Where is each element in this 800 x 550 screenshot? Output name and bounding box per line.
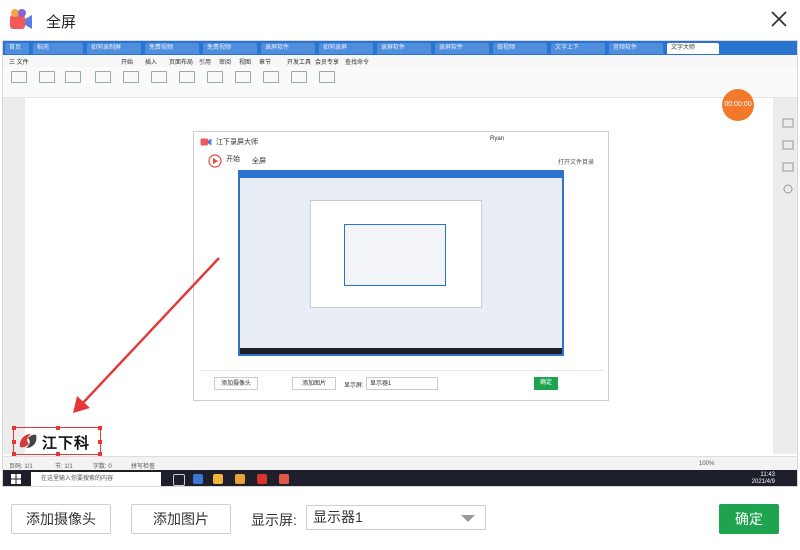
menu-item: 插入: [145, 60, 158, 66]
confirm-button[interactable]: 确定: [719, 504, 779, 534]
browser-tab-active: 文字大师: [667, 43, 719, 54]
wps-status-bar: 页码: 1/1 节: 1/1 字数: 0 拼写检查 100%: [3, 456, 797, 471]
browser-tab: 如何录制屏: [87, 43, 141, 54]
browser-tab: 做视频: [493, 43, 547, 54]
nested-screen-preview: [238, 170, 564, 356]
browser-tab: 文字上下: [551, 43, 605, 54]
taskbar-clock: 11:43 2021/4/9: [752, 472, 775, 486]
record-button: 00:00:00: [722, 89, 754, 121]
browser-tab: 如何录屏: [319, 43, 373, 54]
taskbar-app-icon: [235, 474, 245, 484]
menu-item: 视图: [239, 60, 252, 66]
browser-tab: 免费视频: [145, 43, 199, 54]
status-spell: 拼写检查: [131, 464, 156, 470]
browser-tab: 免费视频: [203, 43, 257, 54]
status-page: 页码: 1/1: [9, 464, 33, 470]
display-label: 显示屏:: [251, 512, 297, 528]
video-camera-icon: [10, 9, 32, 29]
browser-tab: 录屏软件: [261, 43, 315, 54]
wps-ribbon: [3, 67, 797, 98]
nested-fullscreen: 全屏: [252, 158, 266, 165]
taskbar-app-icon: [173, 474, 185, 486]
display-select[interactable]: 显示器1: [306, 505, 486, 530]
menu-item: 查找命令: [345, 60, 370, 66]
menu-item: 开始: [121, 60, 134, 66]
menu-item: 引用: [199, 60, 212, 66]
browser-tab: 首页: [5, 43, 29, 54]
nested-add-image: 添加图片: [292, 377, 336, 390]
wps-menu-bar: 三 文件 开始 插入 页面布局 引用 审阅 视图 章节 开发工具 会员专享 查找…: [3, 55, 797, 67]
nested-add-camera: 添加摄像头: [214, 377, 258, 390]
taskbar-date: 2021/4/9: [751, 479, 775, 485]
record-icon: [208, 154, 222, 168]
taskbar-app-icon: [213, 474, 223, 484]
menu-item: 章节: [259, 60, 272, 66]
status-words: 字数: 0: [93, 464, 112, 470]
taskbar-app-icon: [193, 474, 203, 484]
bottom-controls: 添加摄像头 添加图片 显示屏: 显示器1 确定: [0, 487, 800, 550]
nested-confirm: 确定: [534, 377, 558, 390]
brand-logo-icon: [19, 434, 37, 448]
side-toolbar: [782, 118, 794, 194]
close-icon[interactable]: [768, 8, 790, 30]
taskbar-time: 11:43: [760, 472, 775, 478]
display-select-value: 显示器1: [313, 509, 363, 525]
screen-preview: 首页 稻壳 如何录制屏 免费视频 免费视频 录屏软件 如何录屏 录屏软件 录屏软…: [2, 40, 798, 487]
title-bar: 全屏: [0, 0, 800, 40]
nested-bottom-bar: 添加摄像头 添加图片 显示屏: 显示器1 确定: [200, 370, 604, 399]
nested-display-select: 显示器1: [366, 377, 438, 390]
nested-recorder-window: 江下录屏大师 Ryan 开始 全屏 打开文件目录 添加摄像头 添加图片 显示屏:…: [193, 131, 609, 401]
windows-start-icon: [11, 474, 21, 484]
nested-title: 江下录屏大师: [216, 139, 258, 146]
nested-start: 开始: [226, 156, 240, 163]
chevron-down-icon: [461, 515, 475, 522]
taskbar-search: 在这里输入你要搜索的内容: [31, 472, 161, 486]
menu-item: 审阅: [219, 60, 232, 66]
menu-item: 三 文件: [9, 60, 29, 66]
window-title: 全屏: [46, 14, 77, 31]
browser-tab-bar: 首页 稻壳 如何录制屏 免费视频 免费视频 录屏软件 如何录屏 录屏软件 录屏软…: [3, 41, 797, 55]
nested-display-label: 显示屏:: [344, 383, 364, 389]
add-camera-button[interactable]: 添加摄像头: [11, 504, 111, 534]
nested-user: Ryan: [490, 136, 505, 142]
taskbar-app-icon: [257, 474, 267, 484]
windows-taskbar: 在这里输入你要搜索的内容 11:43 2021/4/9: [3, 470, 797, 486]
add-image-button[interactable]: 添加图片: [131, 504, 231, 534]
menu-item: 页面布局: [169, 60, 194, 66]
menu-item: 开发工具: [287, 60, 312, 66]
status-zoom: 100%: [699, 461, 715, 467]
browser-tab: 录屏软件: [377, 43, 431, 54]
taskbar-app-icon: [279, 474, 289, 484]
browser-tab: 音频软件: [609, 43, 663, 54]
menu-item: 会员专享: [315, 60, 340, 66]
browser-tab: 录屏软件: [435, 43, 489, 54]
video-camera-icon: [200, 138, 212, 146]
status-section: 节: 1/1: [55, 464, 73, 470]
nested-open-folder: 打开文件目录: [558, 160, 595, 166]
browser-tab: 稻壳: [33, 43, 83, 54]
watermark-logo-selection[interactable]: 江下科技: [12, 426, 102, 473]
